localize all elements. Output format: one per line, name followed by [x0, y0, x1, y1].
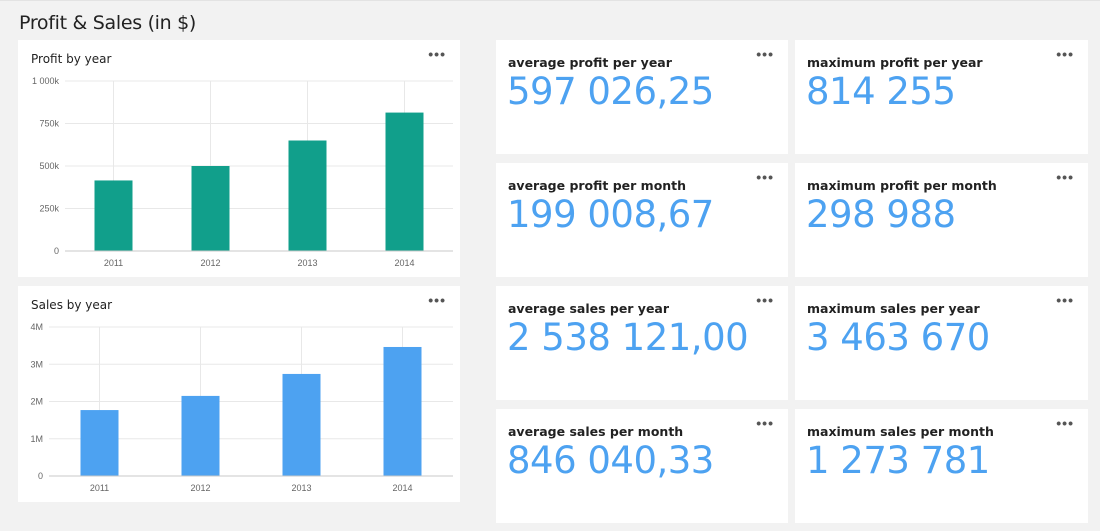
bar [385, 112, 424, 251]
more-menu-icon[interactable]: ••• [756, 293, 774, 307]
kpi-card: maximum sales per year 3 463 670 ••• [795, 286, 1088, 400]
kpi-card: maximum sales per month 1 273 781 ••• [795, 409, 1088, 523]
kpi-label: maximum profit per month [807, 178, 997, 193]
more-menu-icon[interactable]: ••• [756, 47, 774, 61]
y-tick-label: 1M [30, 434, 43, 444]
more-menu-icon[interactable]: ••• [756, 170, 774, 184]
y-tick-label: 500k [39, 161, 59, 171]
kpi-label: average profit per year [508, 55, 672, 70]
kpi-card: average profit per year 597 026,25 ••• [496, 40, 788, 154]
kpi-card: average profit per month 199 008,67 ••• [496, 163, 788, 277]
chart-title: Profit by year [31, 52, 112, 66]
y-tick-label: 1 000k [32, 76, 60, 86]
kpi-card: average sales per month 846 040,33 ••• [496, 409, 788, 523]
y-tick-label: 0 [54, 246, 59, 256]
more-menu-icon[interactable]: ••• [1056, 416, 1074, 430]
y-tick-label: 2M [30, 397, 43, 407]
profit-chart: 0 250k 500k 750k 1 000k 2011 2012 2013 2014 [32, 76, 453, 268]
y-tick-label: 250k [39, 204, 59, 214]
sales-chart-card: Sales by year ••• 0 1M 2M 3M 4M 2011 2012 2013 2… [18, 286, 460, 502]
x-tick-label: 2013 [297, 258, 317, 268]
y-tick-label: 750k [39, 119, 59, 129]
page-title: Profit & Sales (in $) [19, 12, 197, 34]
x-tick-label: 2012 [190, 483, 210, 493]
kpi-label: average sales per year [508, 301, 670, 316]
x-tick-label: 2012 [200, 258, 220, 268]
y-tick-label: 0 [38, 471, 43, 481]
bar [94, 180, 133, 251]
kpi-value: 1 273 781 [806, 439, 990, 482]
kpi-label: average profit per month [508, 178, 687, 193]
more-menu-icon[interactable]: ••• [756, 416, 774, 430]
more-menu-icon[interactable]: ••• [428, 293, 446, 307]
kpi-label: maximum profit per year [807, 55, 983, 70]
x-tick-label: 2014 [394, 258, 414, 268]
y-tick-label: 3M [30, 359, 43, 369]
chart-title: Sales by year [31, 298, 113, 312]
sales-chart: 0 1M 2M 3M 4M 2011 2012 2013 2014 [30, 322, 453, 493]
kpi-value: 2 538 121,00 [507, 316, 749, 359]
kpi-value: 199 008,67 [507, 193, 714, 236]
bar [282, 373, 321, 476]
kpi-card: average sales per year 2 538 121,00 ••• [496, 286, 788, 400]
kpi-label: average sales per month [508, 424, 684, 439]
more-menu-icon[interactable]: ••• [1056, 47, 1074, 61]
kpi-value: 814 255 [806, 70, 956, 113]
x-tick-label: 2011 [104, 258, 123, 268]
kpi-value: 597 026,25 [507, 70, 714, 113]
y-tick-label: 4M [30, 322, 43, 332]
bar [383, 346, 422, 476]
kpi-value: 846 040,33 [507, 439, 714, 482]
bar [181, 395, 220, 476]
x-tick-label: 2011 [90, 483, 109, 493]
kpi-label: maximum sales per year [807, 301, 980, 316]
kpi-value: 298 988 [806, 193, 956, 236]
kpi-label: maximum sales per month [807, 424, 994, 439]
x-tick-label: 2014 [392, 483, 412, 493]
bar [80, 410, 119, 476]
more-menu-icon[interactable]: ••• [1056, 293, 1074, 307]
more-menu-icon[interactable]: ••• [428, 47, 446, 61]
more-menu-icon[interactable]: ••• [1056, 170, 1074, 184]
bar [288, 140, 327, 251]
profit-chart-card: Profit by year ••• 0 250k 500k 750k 1 000k 20… [18, 40, 460, 277]
x-tick-label: 2013 [291, 483, 311, 493]
kpi-card: maximum profit per month 298 988 ••• [795, 163, 1088, 277]
bar [191, 166, 230, 251]
kpi-value: 3 463 670 [806, 316, 990, 359]
kpi-card: maximum profit per year 814 255 ••• [795, 40, 1088, 154]
